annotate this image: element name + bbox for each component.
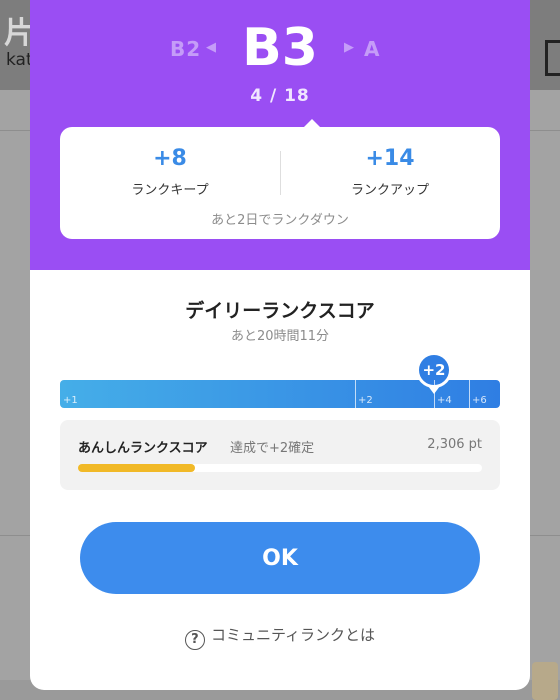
arrow-left-icon: ◀ — [206, 40, 216, 55]
community-rank-help-link[interactable]: ? コミュニティランクとは — [30, 624, 530, 650]
score-tick-line — [469, 380, 470, 408]
score-tick-line — [434, 380, 435, 408]
rank-modal: B2 ◀ B3 ▶ A 4 / 18 +8 ランクキープ +14 ランクアップ … — [30, 0, 530, 690]
rank-keep-label: ランクキープ — [131, 183, 209, 198]
previous-rank: B2 — [170, 37, 202, 61]
safe-score-points: 2,306 pt — [427, 437, 482, 452]
daily-time-remaining: あと20時間11分 — [230, 329, 330, 344]
rank-up-label: ランクアップ — [350, 183, 429, 198]
current-rank: B3 — [242, 18, 318, 78]
rank-up-value: +14 — [365, 146, 415, 171]
rank-header: B2 ◀ B3 ▶ A 4 / 18 +8 ランクキープ +14 ランクアップ … — [30, 0, 530, 270]
safe-score-box: あんしんランクスコア 達成で+2確定 2,306 pt — [60, 420, 500, 490]
daily-score-bar: +2 +1 +2 +4 +6 — [60, 352, 500, 408]
score-marker-stem — [428, 386, 440, 394]
help-link-label: コミュニティランクとは — [210, 626, 376, 644]
rank-keep-value: +8 — [153, 146, 187, 171]
next-rank: A — [364, 37, 380, 61]
rank-down-note: あと2日でランクダウン — [211, 213, 349, 228]
safe-score-subtitle: 達成で+2確定 — [230, 441, 315, 456]
safe-score-title: あんしんランクスコア — [78, 441, 208, 456]
ok-button[interactable]: OK — [80, 522, 480, 594]
safe-score-track — [78, 464, 482, 472]
card-pointer — [303, 119, 321, 128]
question-icon: ? — [184, 630, 205, 650]
score-tick-label: +1 — [63, 395, 78, 406]
rank-up-column: +14 ランクアップ — [280, 145, 500, 198]
score-tick-label: +6 — [472, 395, 487, 406]
arrow-right-icon: ▶ — [344, 40, 354, 55]
safe-score-fill — [78, 464, 196, 472]
background-bracket-icon — [545, 40, 560, 76]
score-card: +8 ランクキープ +14 ランクアップ あと2日でランクダウン — [60, 119, 500, 239]
score-tick-line — [355, 380, 356, 408]
background-username: kat — [6, 50, 33, 70]
score-tick-label: +2 — [358, 395, 373, 406]
rank-keep-column: +8 ランクキープ — [60, 145, 280, 198]
rank-row: B2 ◀ B3 ▶ A — [30, 18, 530, 78]
score-tick-label: +4 — [437, 395, 452, 406]
daily-score-title: デイリーランクスコア — [185, 300, 375, 322]
background-thumbnail — [532, 662, 558, 700]
rank-position: 4 / 18 — [250, 86, 310, 106]
